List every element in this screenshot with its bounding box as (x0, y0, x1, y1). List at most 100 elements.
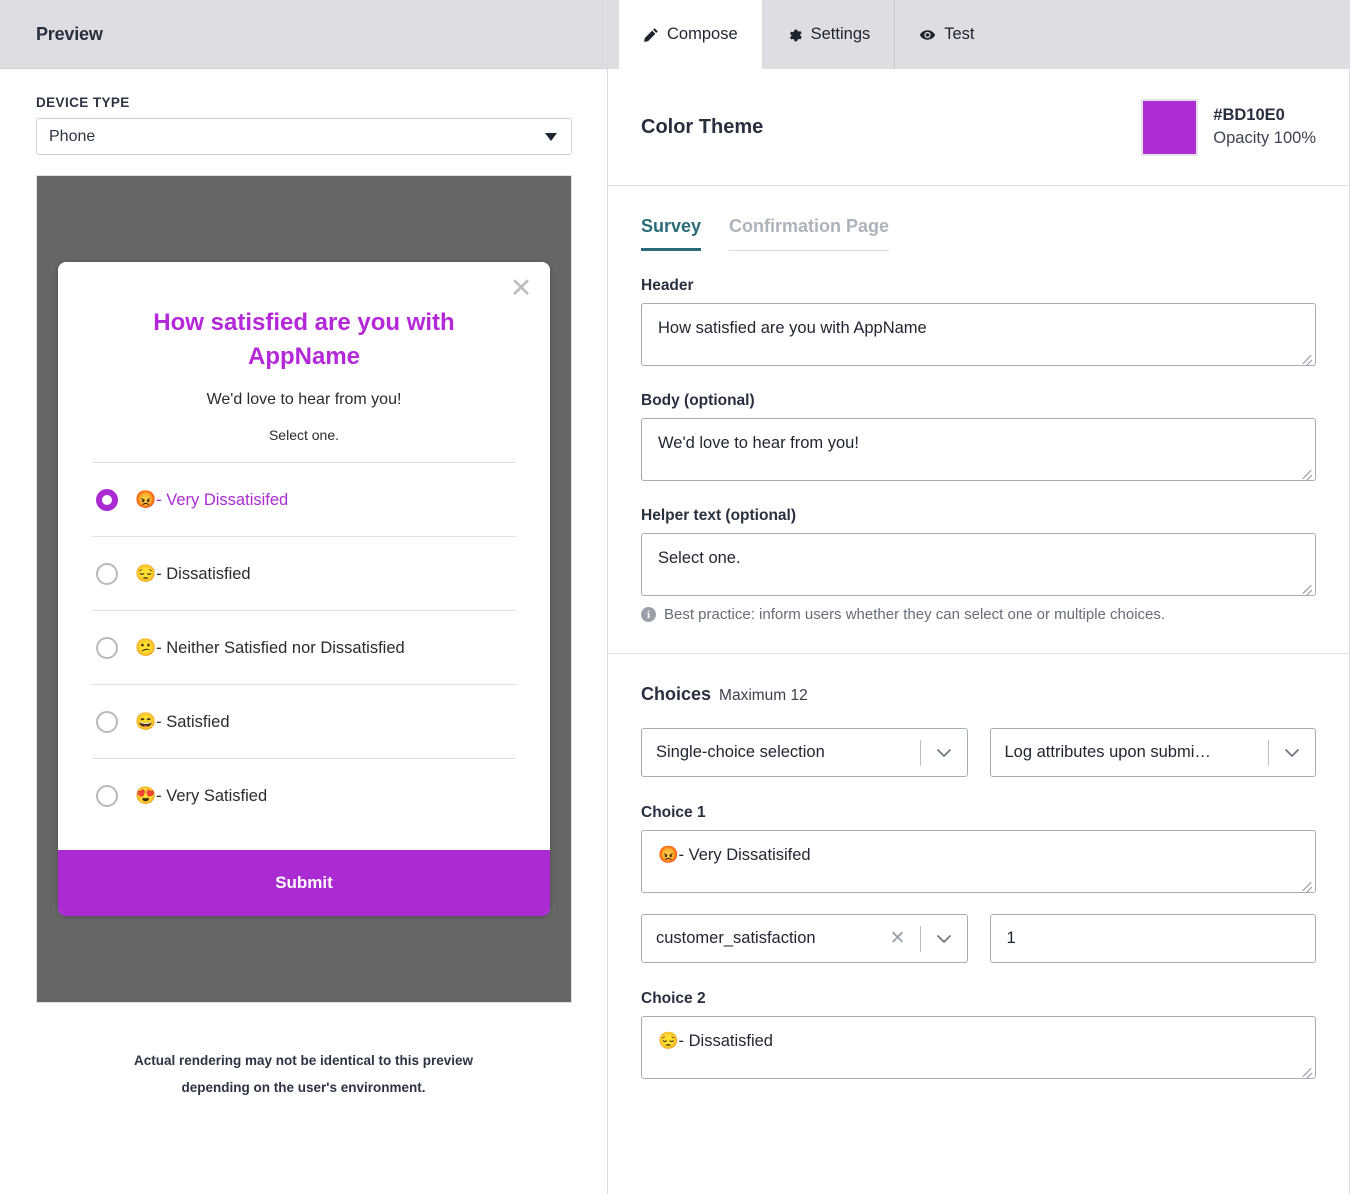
helper-hint-row: i Best practice: inform users whether th… (641, 606, 1316, 653)
choice-block-2: Choice 2 😔- Dissatisfied (641, 990, 1316, 1079)
color-theme-value[interactable]: #BD10E0 Opacity 100% (1141, 99, 1316, 156)
tab-test-label: Test (944, 25, 974, 44)
survey-title: How satisfied are you with AppName (92, 306, 516, 374)
choice-1-attribute-row: customer_satisfaction ✕ 1 (641, 914, 1316, 963)
helper-field-label: Helper text (optional) (641, 507, 1316, 525)
gear-icon (787, 27, 803, 43)
survey-choice-label-3: 😕- Neither Satisfied nor Dissatisfied (135, 638, 405, 658)
info-icon: i (641, 607, 656, 622)
body-textarea-value: We'd love to hear from you! (658, 434, 859, 452)
log-attributes-select[interactable]: Log attributes upon submi… (990, 728, 1317, 777)
survey-choice-row-4[interactable]: 😄- Satisfied (92, 684, 516, 758)
chevron-down-icon (545, 133, 557, 141)
header-field-group: Header How satisfied are you with AppNam… (641, 277, 1316, 366)
header-textarea-value: How satisfied are you with AppName (658, 319, 927, 337)
radio-icon-2[interactable] (96, 563, 118, 585)
choice-1-textarea[interactable]: 😡- Very Dissatisifed (641, 830, 1316, 893)
helper-textarea-value: Select one. (658, 549, 741, 567)
survey-choice-label-5: 😍- Very Satisfied (135, 786, 267, 806)
subtab-confirmation-page[interactable]: Confirmation Page (729, 216, 889, 251)
choice-2-textarea[interactable]: 😔- Dissatisfied (641, 1016, 1316, 1079)
tab-test[interactable]: Test (895, 0, 998, 69)
survey-choice-label-4: 😄- Satisfied (135, 712, 230, 732)
emoji-heart-eyes-icon: 😍 (135, 786, 156, 805)
survey-choice-row-1[interactable]: 😡- Very Dissatisifed (92, 462, 516, 536)
log-attributes-value: Log attributes upon submi… (1005, 743, 1269, 762)
choice-1-value: 😡- Very Dissatisifed (658, 846, 811, 864)
survey-choice-text-2: - Dissatisfied (156, 565, 250, 583)
choice-1-value-input[interactable]: 1 (990, 914, 1317, 963)
choice-1-attribute-select[interactable]: customer_satisfaction ✕ (641, 914, 968, 963)
editor-content: Color Theme #BD10E0 Opacity 100% Survey … (608, 69, 1350, 1194)
selection-mode-select[interactable]: Single-choice selection (641, 728, 968, 777)
survey-choice-row-2[interactable]: 😔- Dissatisfied (92, 536, 516, 610)
header-field-label: Header (641, 277, 1316, 295)
device-type-select[interactable]: Phone (36, 118, 572, 155)
preview-disclaimer: Actual rendering may not be identical to… (106, 1047, 501, 1101)
helper-field-group: Helper text (optional) Select one. i Bes… (641, 507, 1316, 653)
preview-header: Preview (0, 0, 607, 69)
chevron-down-icon[interactable] (921, 934, 967, 944)
color-theme-section: Color Theme #BD10E0 Opacity 100% (608, 69, 1349, 185)
choices-max-label: Maximum 12 (719, 687, 808, 705)
color-theme-row: Color Theme #BD10E0 Opacity 100% (641, 69, 1316, 185)
preview-panel: Preview DEVICE TYPE Phone ✕ How satisfie… (0, 0, 608, 1194)
color-theme-title: Color Theme (641, 116, 763, 139)
survey-card: ✕ How satisfied are you with AppName We'… (58, 262, 550, 916)
choices-title: Choices (641, 684, 711, 705)
survey-choice-text-5: - Very Satisfied (156, 787, 267, 805)
editor-subtabs: Survey Confirmation Page (641, 186, 1316, 251)
helper-textarea[interactable]: Select one. (641, 533, 1316, 596)
resize-grip-icon[interactable] (1300, 1064, 1313, 1077)
resize-grip-icon[interactable] (1300, 466, 1313, 479)
survey-choice-text-4: - Satisfied (156, 713, 229, 731)
color-opacity: Opacity 100% (1213, 129, 1316, 148)
eye-icon (919, 27, 936, 43)
pencil-icon (643, 27, 659, 43)
editor-panel: Compose Settings Test Color Theme (608, 0, 1350, 1194)
tab-settings-label: Settings (811, 25, 871, 44)
selection-mode-value: Single-choice selection (656, 743, 920, 762)
close-icon[interactable]: ✕ (508, 276, 534, 302)
chevron-down-icon[interactable] (1269, 748, 1315, 758)
submit-button[interactable]: Submit (58, 850, 550, 916)
body-field-label: Body (optional) (641, 392, 1316, 410)
choice-2-value: 😔- Dissatisfied (658, 1032, 773, 1050)
resize-grip-icon[interactable] (1300, 581, 1313, 594)
tab-settings[interactable]: Settings (763, 0, 896, 69)
choice-block-1: Choice 1 😡- Very Dissatisifed customer_s… (641, 804, 1316, 963)
body-textarea[interactable]: We'd love to hear from you! (641, 418, 1316, 481)
header-textarea[interactable]: How satisfied are you with AppName (641, 303, 1316, 366)
preview-panel-title: Preview (36, 24, 103, 45)
chevron-down-icon[interactable] (921, 748, 967, 758)
body-field-group: Body (optional) We'd love to hear from y… (641, 392, 1316, 481)
radio-icon-4[interactable] (96, 711, 118, 733)
survey-choice-label-1: 😡- Very Dissatisifed (135, 490, 288, 510)
survey-fields-section: Survey Confirmation Page Header How sati… (608, 186, 1349, 653)
survey-choice-row-5[interactable]: 😍- Very Satisfied (92, 758, 516, 832)
device-type-label: DEVICE TYPE (36, 95, 571, 110)
survey-helper-text: Select one. (92, 427, 516, 443)
phone-preview-frame: ✕ How satisfied are you with AppName We'… (36, 175, 572, 1003)
tab-compose-label: Compose (667, 25, 738, 44)
app-root: Preview DEVICE TYPE Phone ✕ How satisfie… (0, 0, 1350, 1194)
editor-tabbar: Compose Settings Test (608, 0, 1350, 69)
radio-icon-1[interactable] (96, 489, 118, 511)
resize-grip-icon[interactable] (1300, 351, 1313, 364)
radio-icon-3[interactable] (96, 637, 118, 659)
subtab-survey[interactable]: Survey (641, 216, 701, 251)
survey-choice-row-3[interactable]: 😕- Neither Satisfied nor Dissatisfied (92, 610, 516, 684)
survey-content: How satisfied are you with AppName We'd … (58, 262, 550, 832)
survey-choice-list: 😡- Very Dissatisifed 😔- Dissatisfied 😕- … (92, 462, 516, 832)
emoji-angry-face-icon: 😡 (135, 490, 156, 509)
color-swatch[interactable] (1141, 99, 1198, 156)
helper-hint-text: Best practice: inform users whether they… (664, 606, 1165, 623)
resize-grip-icon[interactable] (1300, 878, 1313, 891)
choices-section: Choices Maximum 12 Single-choice selecti… (608, 654, 1349, 1079)
radio-icon-5[interactable] (96, 785, 118, 807)
close-icon[interactable]: ✕ (884, 929, 920, 948)
choices-mode-row: Single-choice selection Log attributes u… (641, 728, 1316, 777)
tab-compose[interactable]: Compose (619, 0, 763, 69)
preview-body: DEVICE TYPE Phone ✕ How satisfied are yo… (0, 69, 607, 1101)
color-hex-code: #BD10E0 (1213, 106, 1316, 125)
